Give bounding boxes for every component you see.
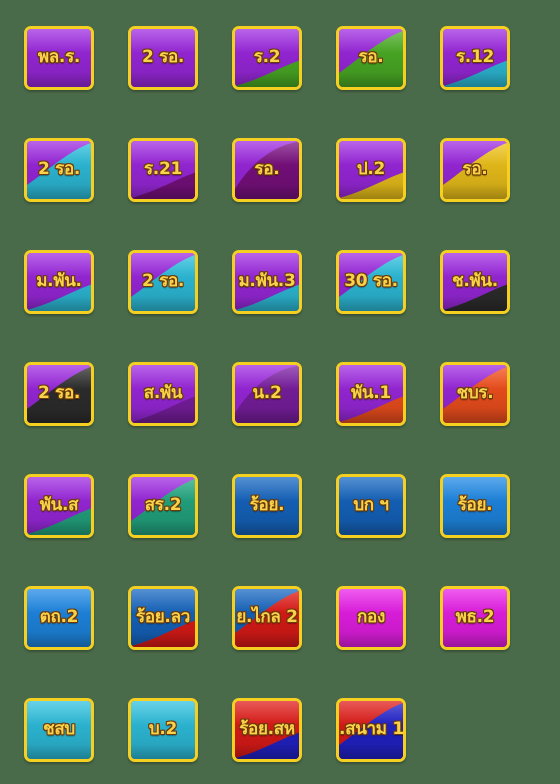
tile-base-fill xyxy=(443,477,507,535)
emoji-sticker-grid: พล.ร. 2 รอ. ร.2 รอ. ร.12 2 รอ. ร.21 รอ. ป.2 รอ. ม.… xyxy=(0,0,560,784)
sticker-tile[interactable]: ร้อย. xyxy=(440,474,510,538)
sticker-tile[interactable]: ร้อย.สห xyxy=(232,698,302,762)
sticker-tile[interactable]: กอง xyxy=(336,586,406,650)
sticker-tile[interactable]: พล.ร. xyxy=(24,26,94,90)
sticker-tile[interactable]: 2 รอ. xyxy=(24,138,94,202)
sticker-tile[interactable]: รอ. xyxy=(440,138,510,202)
tile-base-fill xyxy=(27,29,91,87)
sticker-tile[interactable]: น.2 xyxy=(232,362,302,426)
tile-base-fill xyxy=(131,29,195,87)
sticker-tile[interactable]: ร.21 xyxy=(128,138,198,202)
sticker-tile[interactable]: ร้อย.ลว xyxy=(128,586,198,650)
sticker-tile[interactable]: 2 รอ. xyxy=(128,250,198,314)
sticker-tile[interactable]: ชบร. xyxy=(440,362,510,426)
sticker-tile[interactable]: ร.12 xyxy=(440,26,510,90)
tile-base-fill xyxy=(131,701,195,759)
sticker-tile[interactable]: บก ฯ xyxy=(336,474,406,538)
sticker-tile[interactable]: .สนาม 1 xyxy=(336,698,406,762)
sticker-tile[interactable]: รอ. xyxy=(336,26,406,90)
tile-base-fill xyxy=(27,589,91,647)
tile-base-fill xyxy=(339,477,403,535)
sticker-tile[interactable]: ช.พัน. xyxy=(440,250,510,314)
tile-base-fill xyxy=(235,477,299,535)
sticker-tile[interactable]: ส.พัน xyxy=(128,362,198,426)
sticker-tile[interactable]: พัน.ส xyxy=(24,474,94,538)
sticker-tile[interactable]: ร้อย. xyxy=(232,474,302,538)
sticker-tile[interactable]: ป.2 xyxy=(336,138,406,202)
sticker-tile[interactable]: ม.พัน.3 xyxy=(232,250,302,314)
sticker-tile[interactable]: 2 รอ. xyxy=(24,362,94,426)
sticker-tile[interactable]: 30 รอ. xyxy=(336,250,406,314)
sticker-tile[interactable]: ม.พัน. xyxy=(24,250,94,314)
tile-base-fill xyxy=(27,701,91,759)
tile-base-fill xyxy=(339,589,403,647)
sticker-tile[interactable]: พัน.1 xyxy=(336,362,406,426)
sticker-tile[interactable]: ชสบ xyxy=(24,698,94,762)
sticker-tile[interactable]: รอ. xyxy=(232,138,302,202)
sticker-tile[interactable]: พธ.2 xyxy=(440,586,510,650)
sticker-tile[interactable]: ย.ไกล 2 xyxy=(232,586,302,650)
sticker-tile[interactable]: ร.2 xyxy=(232,26,302,90)
sticker-tile[interactable]: สร.2 xyxy=(128,474,198,538)
tile-base-fill xyxy=(443,589,507,647)
sticker-tile[interactable]: ตถ.2 xyxy=(24,586,94,650)
sticker-tile[interactable]: บ.2 xyxy=(128,698,198,762)
sticker-tile[interactable]: 2 รอ. xyxy=(128,26,198,90)
